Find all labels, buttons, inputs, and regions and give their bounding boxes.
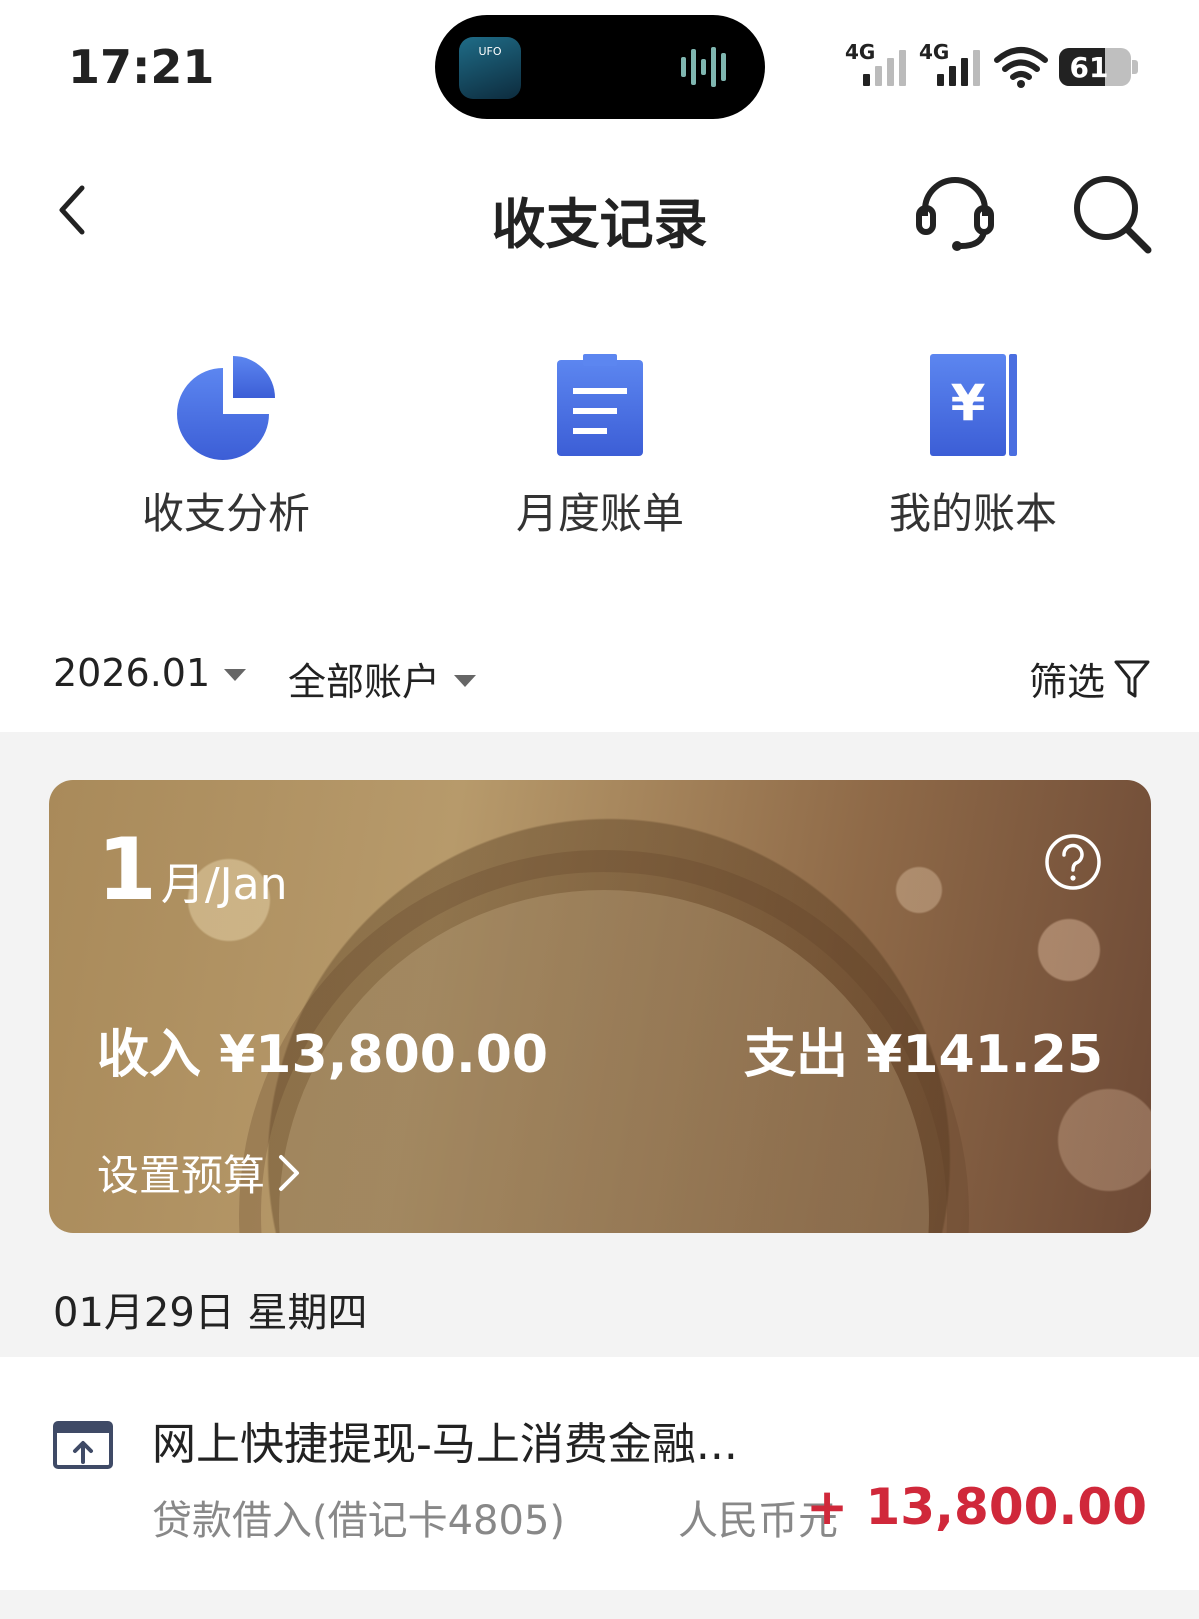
quick-action-monthly-bill[interactable]: 月度账单	[470, 350, 730, 541]
date-group-header: 01月29日 星期四	[53, 1290, 368, 1336]
account-selector[interactable]: 全部账户	[288, 651, 477, 706]
month-selector[interactable]: 2026.01	[53, 651, 247, 695]
transaction-row[interactable]: 网上快捷提现-马上消费金融... 贷款借入(借记卡4805) 人民币元 + 13…	[0, 1360, 1199, 1590]
filter-bar: 2026.01 全部账户 筛选	[0, 635, 1199, 715]
battery-level: 61	[1069, 51, 1109, 84]
status-icons: 4G 4G 61	[845, 40, 1138, 90]
chevron-right-icon	[279, 1154, 300, 1191]
headset-icon[interactable]	[915, 172, 995, 252]
signal-label: 4G	[919, 40, 950, 64]
battery-icon: 61	[1059, 48, 1138, 86]
list-footer-divider	[0, 1590, 1199, 1619]
transaction-name: 网上快捷提现-马上消费金融...	[152, 1419, 738, 1470]
funnel-icon	[1114, 660, 1150, 697]
filter-button[interactable]: 筛选	[1029, 651, 1151, 706]
clipboard-icon	[557, 354, 643, 456]
signal-icon: 4G	[919, 40, 983, 90]
month-value: 2026.01	[53, 651, 211, 695]
transaction-amount: + 13,800.00	[806, 1478, 1147, 1536]
wifi-icon	[994, 47, 1048, 88]
audio-wave-icon	[681, 47, 726, 87]
expense-total: 支出 ¥141.25	[744, 1025, 1103, 1085]
svg-text:¥: ¥	[951, 374, 986, 432]
quick-action-label: 月度账单	[515, 489, 684, 538]
quick-actions: 收支分析 月度账单 ¥ 我的账本	[0, 350, 1199, 540]
month-number: 1	[97, 820, 157, 920]
top-nav: 收支记录	[0, 160, 1199, 260]
caret-down-icon	[454, 674, 477, 687]
quick-action-ledger[interactable]: ¥ 我的账本	[843, 350, 1103, 541]
status-bar: 17:21 UFO 4G 4G 61	[0, 0, 1199, 130]
signal-label: 4G	[845, 40, 876, 64]
transaction-type: 贷款借入(借记卡4805)	[152, 1498, 566, 1544]
quick-action-label: 收支分析	[141, 489, 310, 538]
ledger-yuan-icon: ¥	[930, 354, 1017, 456]
set-budget-link[interactable]: 设置预算	[97, 1142, 303, 1203]
island-app-icon: UFO	[459, 37, 521, 99]
month-suffix: 月/Jan	[160, 859, 288, 910]
status-time: 17:21	[68, 40, 215, 94]
month-title: 1 月/Jan	[97, 820, 288, 920]
signal-icon: 4G	[845, 40, 909, 90]
withdraw-icon	[53, 1421, 113, 1469]
filter-label: 筛选	[1028, 660, 1105, 704]
help-icon[interactable]	[1043, 832, 1103, 892]
pie-chart-icon	[177, 356, 275, 460]
quick-action-label: 我的账本	[888, 489, 1057, 538]
quick-action-analysis[interactable]: 收支分析	[96, 350, 356, 541]
account-value: 全部账户	[288, 660, 441, 704]
page-title: 收支记录	[491, 193, 708, 256]
dynamic-island[interactable]: UFO	[435, 15, 765, 119]
month-summary-card: 1 月/Jan 收入 ¥13,800.00 支出 ¥141.25 设置预算	[49, 780, 1151, 1233]
search-icon[interactable]	[1070, 172, 1154, 256]
income-total: 收入 ¥13,800.00	[97, 1025, 549, 1085]
island-app-text: UFO	[478, 45, 502, 58]
set-budget-label: 设置预算	[97, 1151, 266, 1200]
caret-down-icon	[224, 669, 247, 681]
